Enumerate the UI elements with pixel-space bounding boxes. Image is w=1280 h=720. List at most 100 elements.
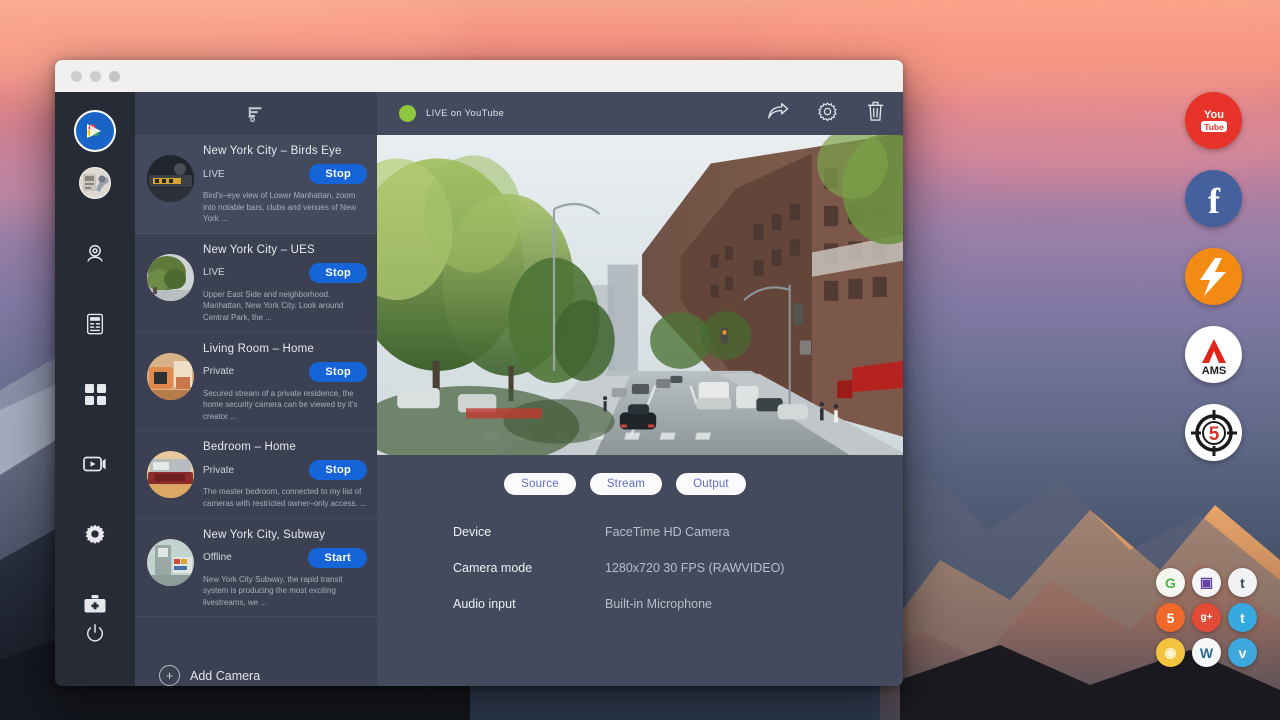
camera-list-item[interactable]: New York City, SubwayOfflineStartNew Yor… xyxy=(135,519,377,618)
list-toolbar xyxy=(135,92,377,135)
power-icon xyxy=(85,623,105,643)
vimeo-icon[interactable]: v xyxy=(1228,638,1257,667)
window-close-button[interactable] xyxy=(71,71,82,82)
wordpress-icon[interactable]: W xyxy=(1192,638,1221,667)
camera-list-item[interactable]: Bedroom – Home Private Stop The master bedr… xyxy=(135,431,377,518)
property-value[interactable]: Built-in Microphone xyxy=(605,597,712,611)
live-status-dot xyxy=(399,105,416,122)
video-preview[interactable] xyxy=(377,135,903,455)
adobe-ams-desktop-icon[interactable]: AMS xyxy=(1185,326,1242,383)
camera-action-button[interactable]: Stop xyxy=(309,362,367,382)
camera-list: New York City – Birds EyeLIVEStopBird's–… xyxy=(135,135,377,641)
camera-status: Private xyxy=(203,465,234,476)
grabyo-icon[interactable]: G xyxy=(1156,568,1185,597)
tab-source[interactable]: Source xyxy=(504,473,576,495)
desktop-icon-grid: G▣t 5g+t ◉Wv xyxy=(1153,565,1260,670)
property-value[interactable]: FaceTime HD Camera xyxy=(605,525,730,539)
camera-title: Bedroom – Home xyxy=(203,441,367,453)
property-row: Camera mode1280x720 30 FPS (RAWVIDEO) xyxy=(453,561,903,575)
window-minimize-button[interactable] xyxy=(90,71,101,82)
five-icon[interactable]: 5 xyxy=(1156,603,1185,632)
grid-icon xyxy=(85,384,106,405)
camera-status: LIVE xyxy=(203,169,225,180)
flare-icon[interactable]: ◉ xyxy=(1156,638,1185,667)
user-avatar[interactable] xyxy=(79,167,111,199)
properties-list: DeviceFaceTime HD Camera Camera mode1280x… xyxy=(377,495,903,633)
main-toolbar: LIVE on YouTube xyxy=(377,92,903,135)
power-button[interactable] xyxy=(70,608,120,658)
app-window: New York City – Birds EyeLIVEStopBird's–… xyxy=(55,60,903,686)
twitch-icon[interactable]: ▣ xyxy=(1192,568,1221,597)
svg-text:You: You xyxy=(1204,109,1224,121)
rail-item-devices[interactable] xyxy=(70,299,120,349)
camera-action-button[interactable]: Stop xyxy=(309,263,367,283)
left-rail xyxy=(55,92,135,686)
rail-item-recordings[interactable] xyxy=(70,439,120,489)
camera-list-item[interactable]: Living Room – Home Private Stop Secured str… xyxy=(135,333,377,432)
target5-desktop-icon[interactable]: 5 xyxy=(1185,404,1242,461)
gear-icon xyxy=(817,101,838,122)
camera-status: Offline xyxy=(203,552,232,563)
youtube-glyph-icon: You Tube xyxy=(1194,104,1234,138)
camera-list-item[interactable]: New York City – Birds EyeLIVEStopBird's–… xyxy=(135,135,377,234)
svg-text:5: 5 xyxy=(1208,424,1219,445)
sort-icon[interactable] xyxy=(247,105,265,123)
camera-action-button[interactable]: Stop xyxy=(309,164,367,184)
thumb-ues xyxy=(147,254,194,301)
rail-item-cameras[interactable] xyxy=(70,229,120,279)
desktop-icon-column: You Tube f AMS xyxy=(1185,92,1242,482)
tab-output[interactable]: Output xyxy=(676,473,746,495)
camera-description: New York City Subway, the rapid transit … xyxy=(203,574,367,609)
preview-frame xyxy=(377,135,903,455)
camera-title: New York City – Birds Eye xyxy=(203,145,367,157)
rail-item-dashboard[interactable] xyxy=(70,369,120,419)
camera-action-button[interactable]: Stop xyxy=(309,460,367,480)
gear-icon xyxy=(84,523,106,545)
thumb-subway xyxy=(147,539,194,586)
play-logo-icon xyxy=(80,116,110,146)
wowza-desktop-icon[interactable] xyxy=(1185,248,1242,305)
camera-status: Private xyxy=(203,366,234,377)
camera-title: Living Room – Home xyxy=(203,343,367,355)
plus-icon: + xyxy=(159,665,180,686)
camera-status: LIVE xyxy=(203,267,225,278)
settings-button[interactable] xyxy=(817,101,838,127)
video-icon xyxy=(83,455,107,473)
camera-list-pane: New York City – Birds EyeLIVEStopBird's–… xyxy=(135,92,377,686)
svg-text:AMS: AMS xyxy=(1201,365,1225,377)
main-pane: LIVE on YouTube xyxy=(377,92,903,686)
tumblr-icon[interactable]: t xyxy=(1228,568,1257,597)
share-button[interactable] xyxy=(767,102,789,126)
camera-description: Secured stream of a private residence, t… xyxy=(203,388,367,423)
add-camera-button[interactable]: + Add Camera xyxy=(135,641,377,686)
thumb-birds-eye xyxy=(147,155,194,202)
googleplus-icon[interactable]: g+ xyxy=(1192,603,1221,632)
rail-item-settings[interactable] xyxy=(70,509,120,559)
window-zoom-button[interactable] xyxy=(109,71,120,82)
property-key: Device xyxy=(453,525,605,539)
share-icon xyxy=(767,102,789,121)
thumb-living-room xyxy=(147,353,194,400)
app-logo[interactable] xyxy=(74,110,116,152)
camera-action-button[interactable]: Start xyxy=(308,548,367,568)
facebook-glyph-icon: f xyxy=(1197,179,1231,219)
avatar-icon xyxy=(80,168,110,198)
camera-description: Upper East Side and neighborhood. Manhat… xyxy=(203,289,367,324)
tab-stream[interactable]: Stream xyxy=(590,473,662,495)
property-key: Audio input xyxy=(453,597,605,611)
property-value[interactable]: 1280x720 30 FPS (RAWVIDEO) xyxy=(605,561,784,575)
property-key: Camera mode xyxy=(453,561,605,575)
property-row: Audio inputBuilt-in Microphone xyxy=(453,597,903,611)
camera-description: The master bedroom, connected to my list… xyxy=(203,486,367,509)
delete-button[interactable] xyxy=(866,101,885,127)
camera-title: New York City – UES xyxy=(203,244,367,256)
crosshair-5-icon: 5 xyxy=(1189,408,1239,458)
lightning-bolt-icon xyxy=(1191,254,1237,300)
camera-list-item[interactable]: New York City – UES LIVE Stop Upper East Si… xyxy=(135,234,377,333)
facebook-desktop-icon[interactable]: f xyxy=(1185,170,1242,227)
twitter-icon[interactable]: t xyxy=(1228,603,1257,632)
add-camera-label: Add Camera xyxy=(190,669,260,683)
svg-text:f: f xyxy=(1208,181,1221,219)
svg-text:Tube: Tube xyxy=(1204,121,1224,131)
youtube-desktop-icon[interactable]: You Tube xyxy=(1185,92,1242,149)
